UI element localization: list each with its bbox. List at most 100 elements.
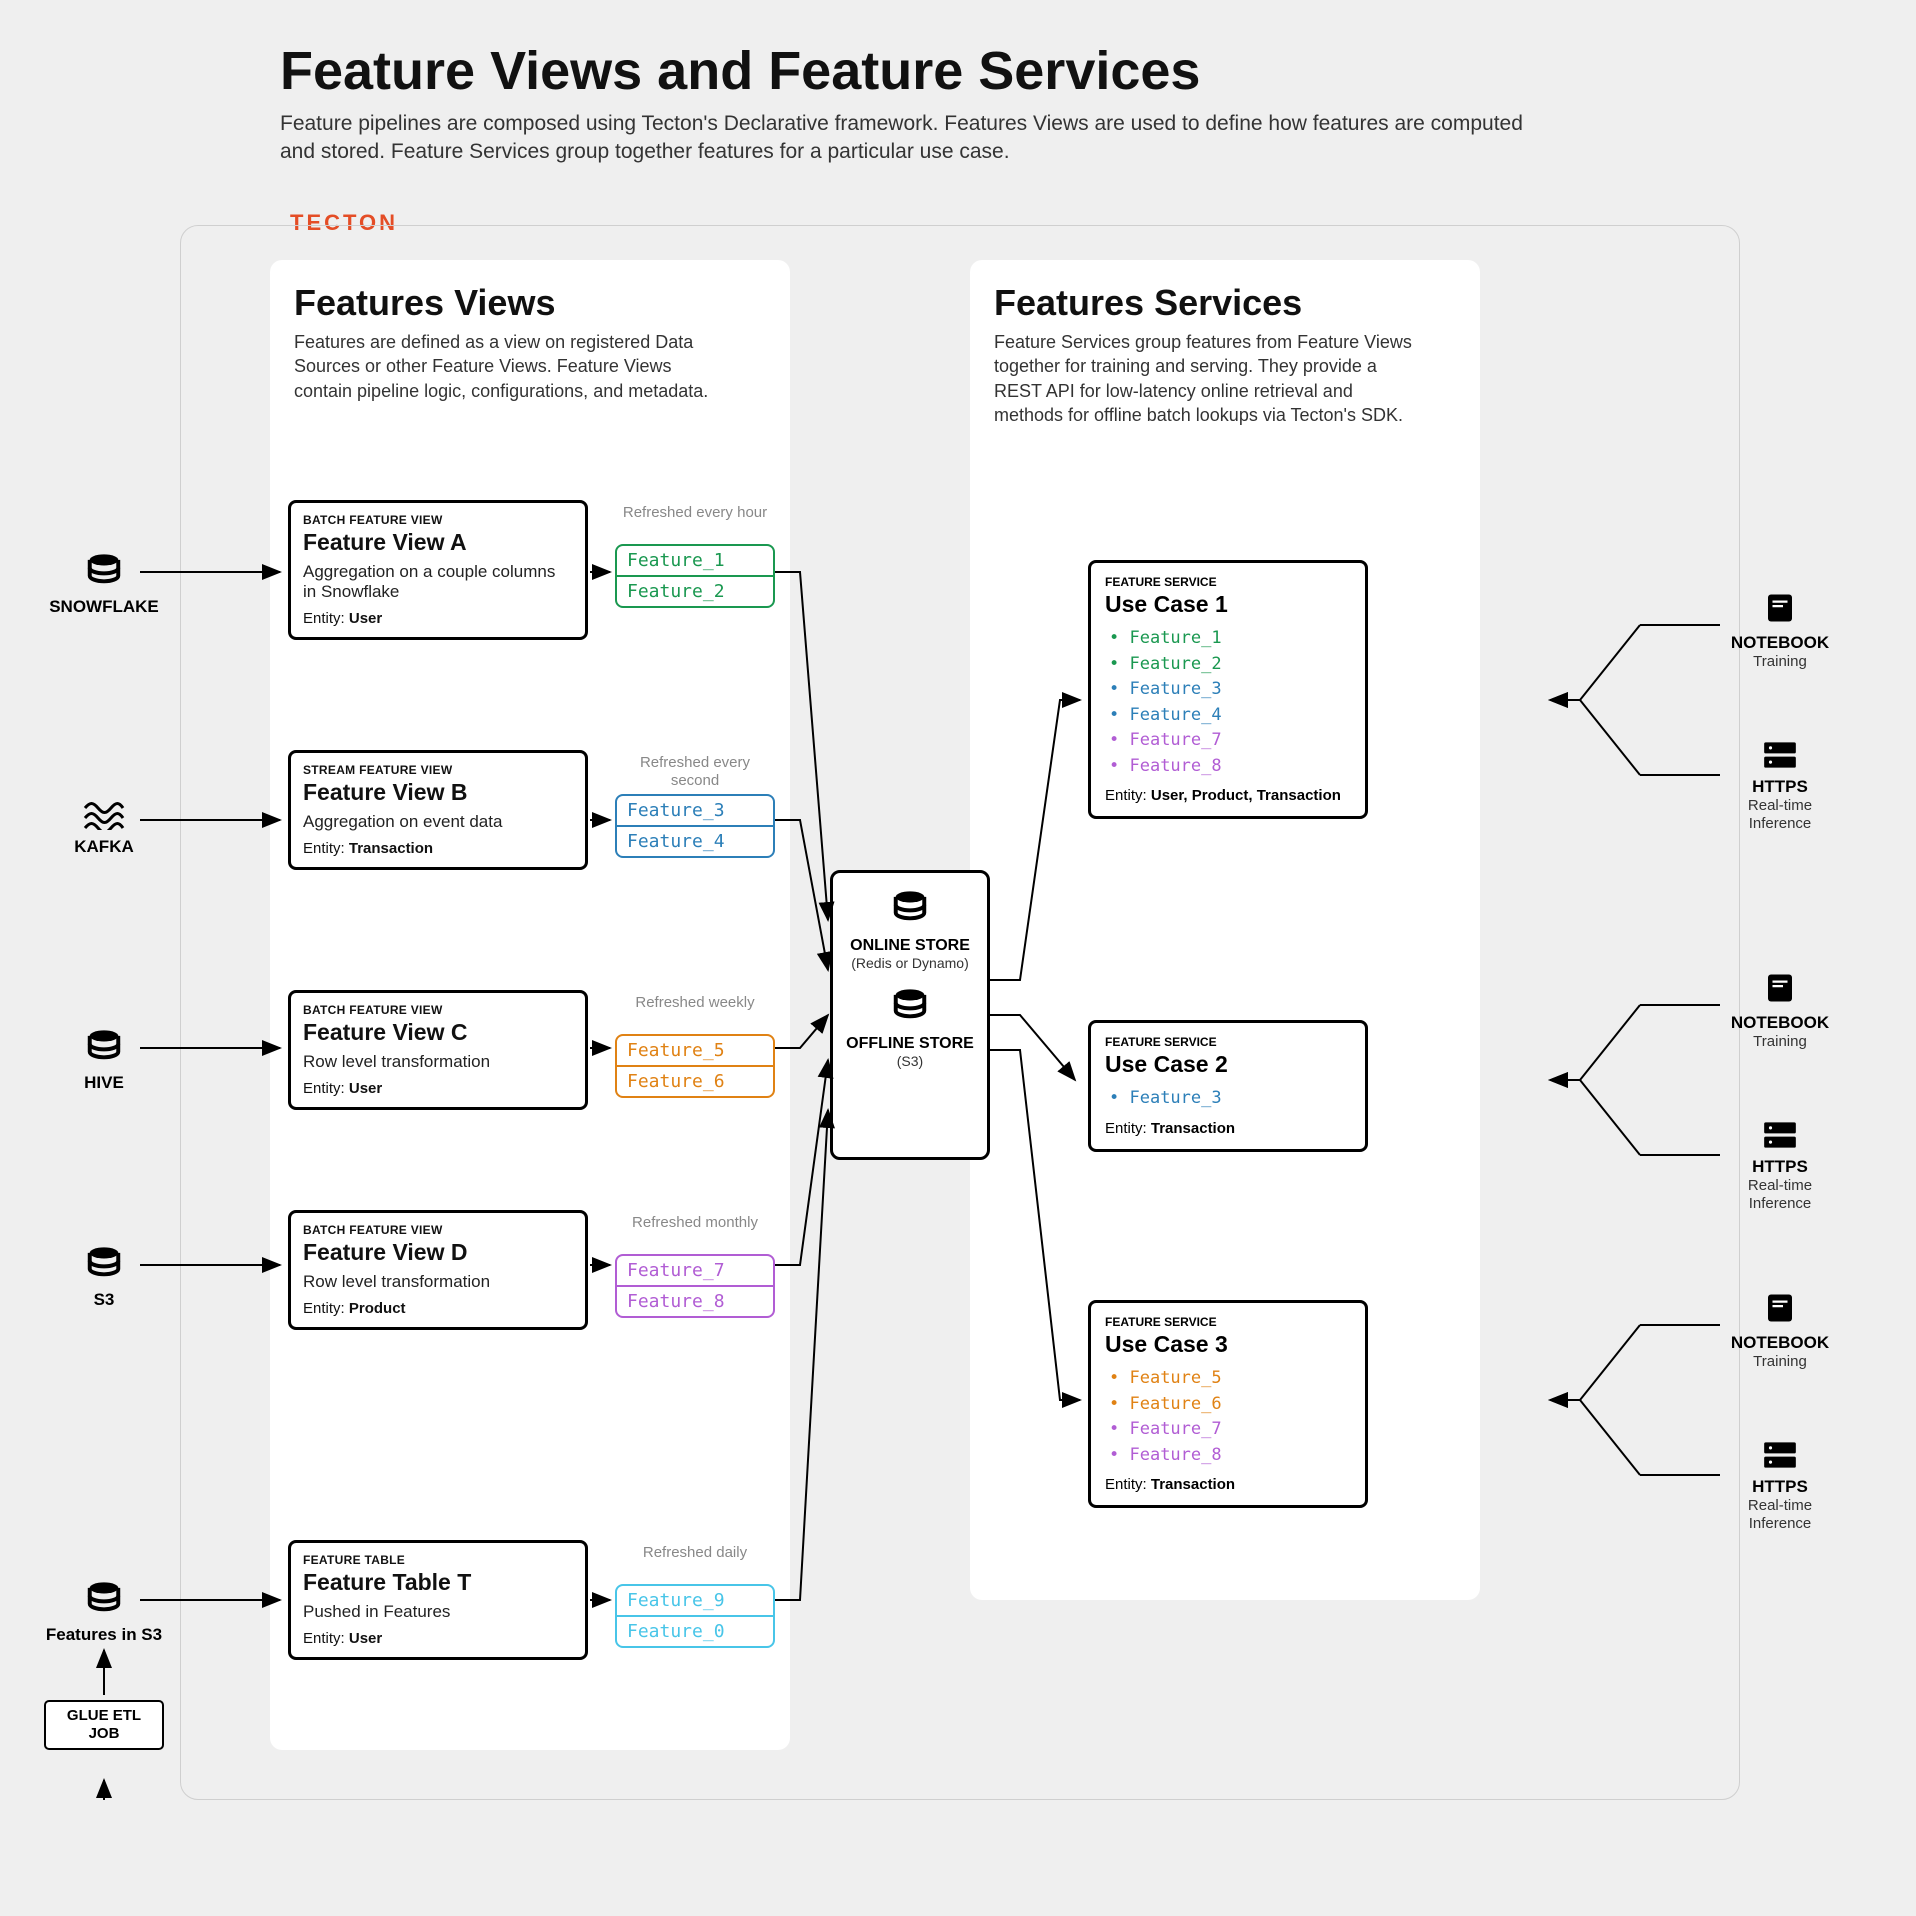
feature-store: ONLINE STORE (Redis or Dynamo) OFFLINE S… — [830, 870, 990, 1160]
views-desc: Features are defined as a view on regist… — [294, 330, 714, 403]
client-notebook: NOTEBOOKTraining — [1720, 970, 1840, 1051]
svc-name: Use Case 3 — [1105, 1331, 1351, 1358]
feature-item: Feature_9 — [617, 1586, 773, 1615]
client-https: HTTPSReal-time Inference — [1720, 740, 1840, 833]
feature-item: Feature_1 — [617, 546, 773, 575]
fv-entity: Entity: Product — [303, 1300, 573, 1317]
feature-set: Feature_5Feature_6 — [615, 1034, 775, 1098]
svc-entity: Entity: Transaction — [1105, 1120, 1351, 1137]
feature-set: Feature_7Feature_8 — [615, 1254, 775, 1318]
fv-desc: Aggregation on a couple columns in Snowf… — [303, 562, 573, 602]
fv-desc: Pushed in Features — [303, 1602, 573, 1622]
feature-view-c: BATCH FEATURE VIEW Feature View C Row le… — [288, 990, 588, 1110]
feature-item: Feature_8 — [1109, 754, 1351, 780]
feature-set: Feature_3Feature_4 — [615, 794, 775, 858]
source-hive: HIVE — [44, 1028, 164, 1093]
svc-feature-list: Feature_1Feature_2Feature_3Feature_4 Feat… — [1109, 626, 1351, 779]
fv-entity: Entity: Transaction — [303, 840, 573, 857]
svc-entity: Entity: User, Product, Transaction — [1105, 787, 1351, 804]
refresh-label: Refreshed weekly — [615, 994, 775, 1012]
feature-view-e: FEATURE TABLE Feature Table T Pushed in … — [288, 1540, 588, 1660]
database-icon — [891, 889, 929, 927]
svc-name: Use Case 2 — [1105, 1051, 1351, 1078]
database-icon — [85, 1580, 123, 1618]
client-label: NOTEBOOK — [1720, 1013, 1840, 1033]
feature-item: Feature_4 — [1109, 703, 1351, 729]
fv-kind: STREAM FEATURE VIEW — [303, 763, 573, 777]
fv-kind: BATCH FEATURE VIEW — [303, 1223, 573, 1237]
svc-feature-list: Feature_5Feature_6Feature_7Feature_8 — [1109, 1366, 1351, 1468]
feature-item: Feature_0 — [617, 1615, 773, 1646]
offline-store-sub: (S3) — [841, 1053, 979, 1069]
client-label: NOTEBOOK — [1720, 1333, 1840, 1353]
client-sub: Training — [1720, 1353, 1840, 1371]
server-icon — [1761, 1440, 1799, 1470]
fv-entity: Entity: User — [303, 610, 573, 627]
client-label: NOTEBOOK — [1720, 633, 1840, 653]
client-https: HTTPSReal-time Inference — [1720, 1120, 1840, 1213]
source-label: SNOWFLAKE — [44, 597, 164, 617]
waves-icon — [83, 800, 125, 830]
notebook-icon — [1762, 590, 1798, 626]
fv-entity: Entity: User — [303, 1630, 573, 1647]
server-icon — [1761, 1120, 1799, 1150]
database-icon — [891, 987, 929, 1025]
feature-item: Feature_1 — [1109, 626, 1351, 652]
fv-entity: Entity: User — [303, 1080, 573, 1097]
notebook-icon — [1762, 1290, 1798, 1326]
client-sub: Real-time Inference — [1720, 1497, 1840, 1533]
source-label: HIVE — [44, 1073, 164, 1093]
client-sub: Training — [1720, 1033, 1840, 1051]
svc-kind: FEATURE SERVICE — [1105, 575, 1351, 589]
glue-etl-job: GLUE ETL JOB — [44, 1700, 164, 1750]
database-icon — [85, 1028, 123, 1066]
fv-name: Feature View C — [303, 1019, 573, 1046]
database-icon — [85, 552, 123, 590]
feature-service-3: FEATURE SERVICE Use Case 3 Feature_5Feat… — [1088, 1300, 1368, 1508]
feature-item: Feature_5 — [617, 1036, 773, 1065]
svc-feature-list: Feature_3 — [1109, 1086, 1351, 1112]
feature-service-1: FEATURE SERVICE Use Case 1 Feature_1Feat… — [1088, 560, 1368, 819]
client-https: HTTPSReal-time Inference — [1720, 1440, 1840, 1533]
feature-item: Feature_8 — [1109, 1443, 1351, 1469]
svc-name: Use Case 1 — [1105, 591, 1351, 618]
fv-kind: BATCH FEATURE VIEW — [303, 513, 573, 527]
source-label: S3 — [44, 1290, 164, 1310]
client-sub: Training — [1720, 653, 1840, 671]
feature-view-d: BATCH FEATURE VIEW Feature View D Row le… — [288, 1210, 588, 1330]
client-label: HTTPS — [1720, 1157, 1840, 1177]
refresh-label: Refreshed every hour — [615, 504, 775, 522]
feature-set: Feature_9Feature_0 — [615, 1584, 775, 1648]
services-title: Features Services — [994, 282, 1456, 324]
online-store-label: ONLINE STORE — [841, 936, 979, 955]
feature-item: Feature_3 — [617, 796, 773, 825]
source-s3: S3 — [44, 1245, 164, 1310]
refresh-label: Refreshed monthly — [615, 1214, 775, 1232]
feature-view-a: BATCH FEATURE VIEW Feature View A Aggreg… — [288, 500, 588, 640]
client-sub: Real-time Inference — [1720, 797, 1840, 833]
online-store-sub: (Redis or Dynamo) — [841, 955, 979, 971]
fv-desc: Row level transformation — [303, 1272, 573, 1292]
feature-item: Feature_7 — [617, 1256, 773, 1285]
feature-item: Feature_3 — [1109, 1086, 1351, 1112]
feature-item: Feature_2 — [1109, 652, 1351, 678]
feature-item: Feature_3 — [1109, 677, 1351, 703]
client-label: HTTPS — [1720, 777, 1840, 797]
page-desc: Feature pipelines are composed using Tec… — [280, 110, 1560, 167]
notebook-icon — [1762, 970, 1798, 1006]
client-notebook: NOTEBOOKTraining — [1720, 590, 1840, 671]
fv-desc: Aggregation on event data — [303, 812, 573, 832]
svc-entity: Entity: Transaction — [1105, 1476, 1351, 1493]
svc-kind: FEATURE SERVICE — [1105, 1315, 1351, 1329]
fv-name: Feature Table T — [303, 1569, 573, 1596]
client-notebook: NOTEBOOKTraining — [1720, 1290, 1840, 1371]
fv-name: Feature View B — [303, 779, 573, 806]
feature-service-2: FEATURE SERVICE Use Case 2 Feature_3 Ent… — [1088, 1020, 1368, 1152]
refresh-label: Refreshed daily — [615, 1544, 775, 1562]
services-desc: Feature Services group features from Fea… — [994, 330, 1414, 427]
client-label: HTTPS — [1720, 1477, 1840, 1497]
page-title: Feature Views and Feature Services — [280, 40, 1916, 102]
source-kafka: KAFKA — [44, 800, 164, 857]
source-features-s3: Features in S3 — [44, 1580, 164, 1645]
source-snowflake: SNOWFLAKE — [44, 552, 164, 617]
